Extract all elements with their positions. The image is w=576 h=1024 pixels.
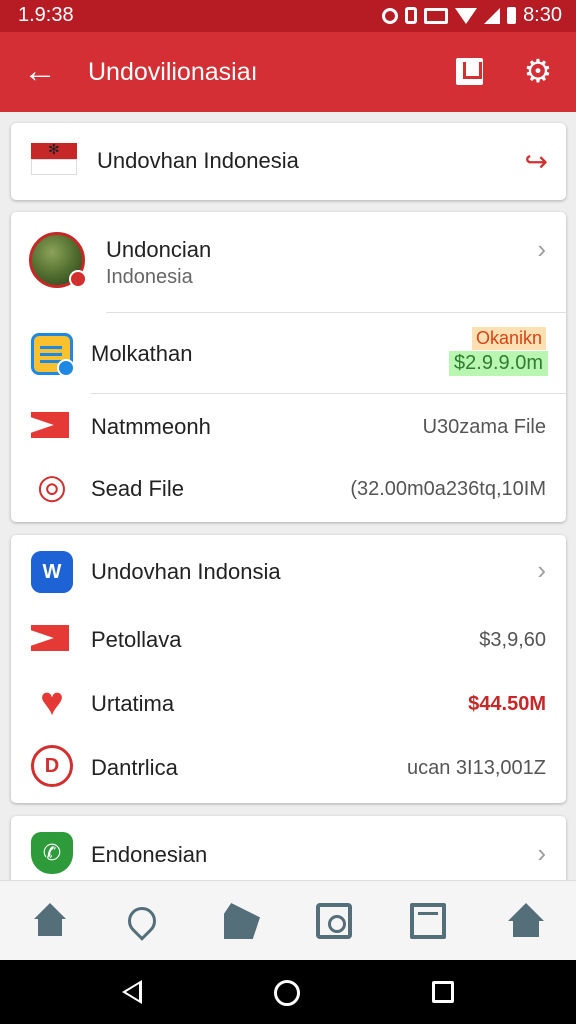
house-icon[interactable]	[508, 903, 544, 939]
chevron-right-icon[interactable]: ›	[537, 555, 546, 586]
details-header-row[interactable]: W Undovhan Indonsia ›	[11, 535, 566, 607]
region-card[interactable]: ✆ Endonesian ›	[11, 816, 566, 880]
list-item-value: $3,9,60	[479, 629, 546, 651]
app-title: Undovilionasiaı	[88, 58, 258, 86]
tag-icon[interactable]	[224, 903, 260, 939]
battery-icon	[507, 7, 517, 24]
details-card: W Undovhan Indonsia › Petollava $3,9,60 …	[11, 535, 566, 803]
rings-icon: ◎	[37, 468, 67, 506]
back-arrow-icon[interactable]: ←	[20, 52, 60, 92]
country-card[interactable]: Undovhan Indonesia ↪	[11, 123, 566, 200]
status-badge: Okanikn	[471, 327, 546, 350]
wifi-icon	[455, 7, 478, 24]
list-item-value: (32.00m0a236tq,10IM	[350, 478, 546, 500]
list-item-value: ucan 3I13,001Z	[407, 757, 546, 779]
book-icon[interactable]	[410, 903, 446, 939]
home-icon[interactable]	[32, 903, 68, 939]
amount-badge: $2.9.9.0m	[449, 351, 548, 376]
status-icons: 8:30	[382, 4, 562, 27]
camera-icon[interactable]	[316, 903, 352, 939]
gear-icon[interactable]: ⚙	[521, 54, 555, 88]
system-home-icon[interactable]	[274, 980, 300, 1006]
phone-shield-icon: ✆	[31, 832, 73, 874]
account-card: Undoncian Indonesia › Molkathan Okanikn …	[11, 212, 566, 522]
list-item-label: Natmmeonh	[91, 414, 211, 439]
status-clock: 8:30	[523, 4, 562, 26]
vibrate-icon	[405, 7, 418, 24]
avatar-badge-icon	[69, 270, 87, 288]
list-item-value: U30zama File	[422, 416, 546, 438]
list-item-value: $44.50M	[468, 693, 546, 715]
system-nav-bar	[0, 960, 576, 1024]
profile-row[interactable]: Undoncian Indonesia ›	[11, 212, 566, 312]
notes-badge-icon	[57, 359, 75, 377]
list-item[interactable]: ♥ Urtatima $44.50M	[11, 671, 566, 735]
details-header: Undovhan Indonsia	[91, 559, 281, 584]
system-recents-icon[interactable]	[432, 981, 454, 1003]
status-bar: 1.9:38 8:30	[0, 0, 576, 32]
system-back-icon[interactable]	[122, 980, 142, 1004]
share-icon[interactable]: ↪	[525, 145, 548, 178]
w-app-icon: W	[31, 551, 73, 593]
list-item[interactable]: Molkathan Okanikn $2.9.9.0m	[11, 313, 566, 393]
chevron-right-icon[interactable]: ›	[537, 234, 546, 265]
chevron-right-icon[interactable]: ›	[537, 838, 546, 869]
ringer-icon	[382, 7, 399, 24]
d-sign-icon: D	[31, 745, 73, 787]
list-item-label: Petollava	[91, 627, 182, 652]
list-item[interactable]: Petollava $3,9,60	[11, 607, 566, 671]
list-item[interactable]: Natmmeonh U30zama File	[11, 394, 566, 458]
mail-icon	[31, 617, 73, 659]
region-label: Endonesian	[91, 842, 208, 867]
list-item[interactable]: D Dantrlica ucan 3I13,001Z	[11, 735, 566, 799]
profile-name: Undoncian	[106, 237, 212, 262]
list-item-label: Sead File	[91, 476, 184, 501]
app-bar: ← Undovilionasiaı ⚙	[0, 32, 576, 112]
heart-icon: ♥	[40, 680, 64, 724]
nfc-icon	[424, 7, 449, 24]
country-title: Undovhan Indonesia	[97, 148, 299, 173]
mail-icon	[31, 404, 73, 446]
indonesia-flag-icon	[31, 141, 77, 175]
list-item-label: Urtatima	[91, 691, 175, 716]
list-item-label: Dantrlica	[91, 755, 178, 780]
status-time: 1.9:38	[18, 4, 74, 26]
heart-outline-icon[interactable]	[122, 901, 162, 941]
list-item-label: Molkathan	[91, 341, 193, 366]
list-item[interactable]: ◎ Sead File (32.00m0a236tq,10IM	[11, 458, 566, 522]
bookmark-icon[interactable]	[456, 58, 483, 85]
signal-icon	[484, 7, 501, 24]
profile-subtitle: Indonesia	[106, 266, 193, 288]
bottom-nav	[0, 880, 576, 960]
